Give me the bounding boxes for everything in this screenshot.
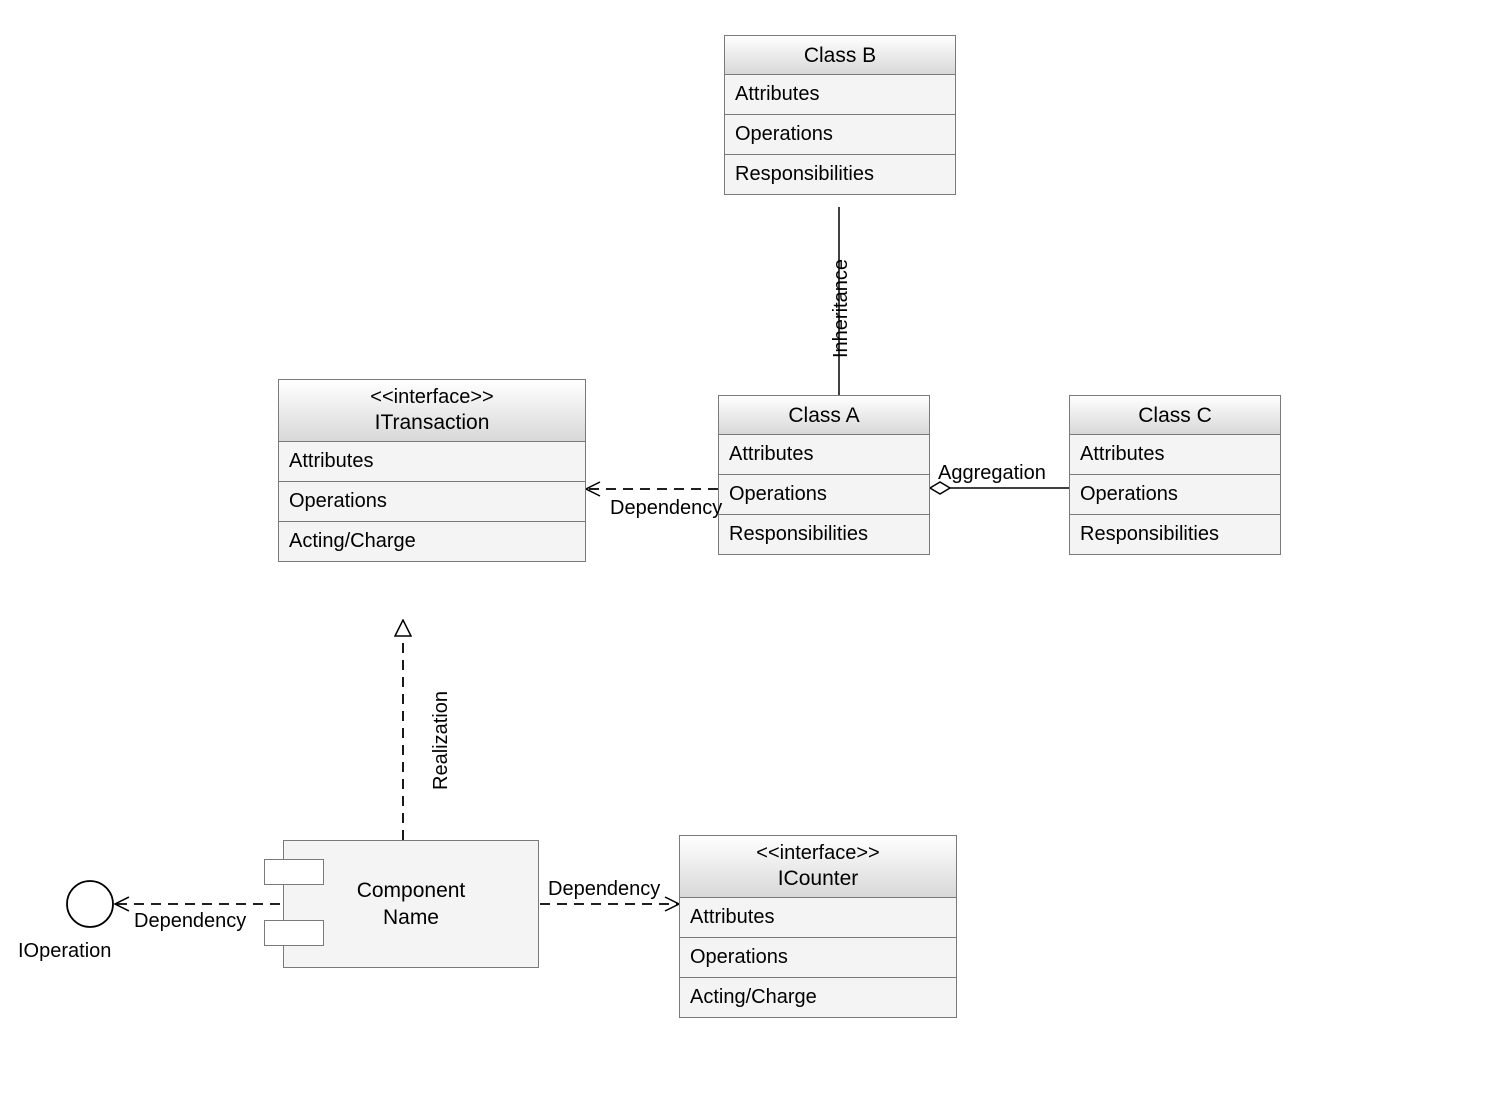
- class-b-row: Operations: [725, 115, 955, 155]
- class-a-row: Responsibilities: [719, 515, 929, 554]
- itransaction-row: Operations: [279, 482, 585, 522]
- class-c-row: Operations: [1070, 475, 1280, 515]
- component-tab-icon: [264, 859, 324, 885]
- label-dependency-a-itrans: Dependency: [610, 497, 722, 520]
- icounter-stereo: <<interface>>: [688, 842, 948, 865]
- class-a-row: Attributes: [719, 435, 929, 475]
- class-a: Class A Attributes Operations Responsibi…: [718, 395, 930, 555]
- component-name-line2: Name: [383, 906, 439, 929]
- itransaction-row: Attributes: [279, 442, 585, 482]
- class-c-row: Responsibilities: [1070, 515, 1280, 554]
- icounter-row: Attributes: [680, 898, 956, 938]
- icounter-row: Operations: [680, 938, 956, 978]
- class-c-title: Class C: [1078, 402, 1272, 428]
- class-a-title: Class A: [727, 402, 921, 428]
- class-b-title: Class B: [733, 42, 947, 68]
- label-aggregation: Aggregation: [938, 462, 1046, 485]
- class-a-row: Operations: [719, 475, 929, 515]
- class-b-row: Attributes: [725, 75, 955, 115]
- label-dependency-comp-icounter: Dependency: [548, 878, 660, 901]
- component-name-line1: Component: [357, 879, 466, 902]
- itransaction-title: ITransaction: [287, 409, 577, 435]
- class-c-row: Attributes: [1070, 435, 1280, 475]
- label-dependency-comp-iop: Dependency: [134, 910, 246, 933]
- icounter-title: ICounter: [688, 865, 948, 891]
- icounter-interface: <<interface>> ICounter Attributes Operat…: [679, 835, 957, 1018]
- component-tab-icon: [264, 920, 324, 946]
- ioperation-label: IOperation: [18, 940, 111, 963]
- ioperation-lollipop: [67, 881, 113, 927]
- class-b: Class B Attributes Operations Responsibi…: [724, 35, 956, 195]
- label-realization: Realization: [430, 691, 453, 790]
- itransaction-interface: <<interface>> ITransaction Attributes Op…: [278, 379, 586, 562]
- class-b-row: Responsibilities: [725, 155, 955, 194]
- class-c: Class C Attributes Operations Responsibi…: [1069, 395, 1281, 555]
- label-inheritance: Inheritance: [830, 259, 853, 358]
- itransaction-row: Acting/Charge: [279, 522, 585, 561]
- icounter-row: Acting/Charge: [680, 978, 956, 1017]
- itransaction-stereo: <<interface>>: [287, 386, 577, 409]
